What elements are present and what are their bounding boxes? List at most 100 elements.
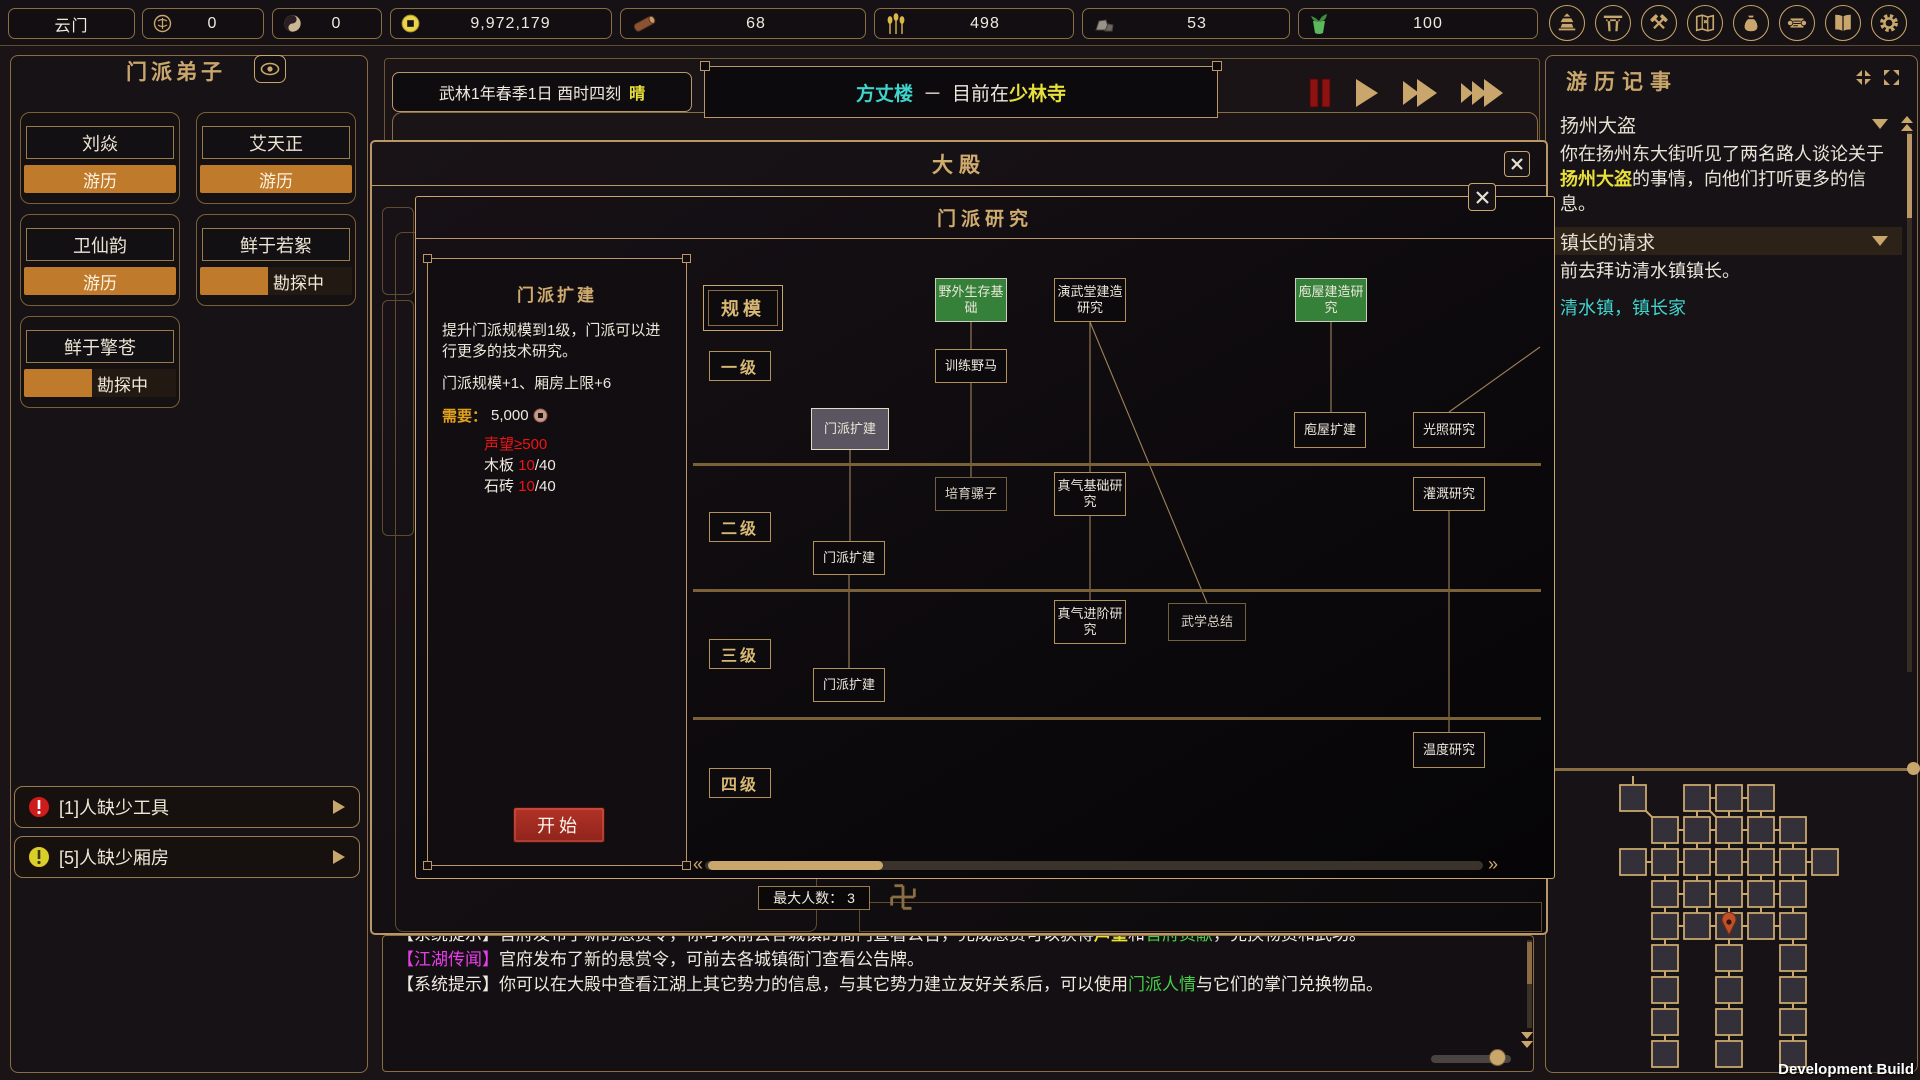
minimap-room	[1716, 945, 1742, 971]
start-research-button[interactable]: 开始	[513, 807, 605, 843]
disciple-card[interactable]: 艾天正游历	[196, 112, 356, 204]
quest-list: 扬州大盗你在扬州东大街听见了两名路人谈论关于扬州大盗的事情，向他们打听更多的信息…	[1546, 110, 1902, 332]
research-node[interactable]: 温度研究	[1413, 732, 1485, 768]
quest-header[interactable]: 镇长的请求	[1546, 227, 1902, 255]
wheat-icon	[885, 13, 907, 35]
resource-vegetable[interactable]: 100	[1298, 8, 1538, 39]
status-progress-fill	[200, 267, 268, 295]
collapse-panel-icon[interactable]	[1854, 68, 1873, 87]
play-button[interactable]	[1354, 78, 1380, 108]
chevron-down-icon[interactable]	[1872, 236, 1888, 246]
chevron-down-icon[interactable]	[1872, 119, 1888, 129]
alert-label: [5]人缺少厢房	[59, 844, 331, 870]
research-node[interactable]: 门派扩建	[813, 668, 885, 702]
minimap-room	[1716, 1009, 1742, 1035]
character-location-bar[interactable]: 方丈楼 － 目前在 少林寺	[704, 66, 1218, 118]
minimap-room	[1716, 849, 1742, 875]
disciple-status[interactable]: 游历	[24, 267, 176, 295]
requirement-list: 声望≥500木板 10/40石砖 10/40	[484, 434, 686, 497]
disciple-card[interactable]: 卫仙韵游历	[20, 214, 180, 306]
menu-map-button[interactable]	[1687, 5, 1723, 41]
visibility-toggle-button[interactable]	[254, 55, 286, 83]
research-node[interactable]: 灌溉研究	[1413, 477, 1485, 511]
minimap-room	[1780, 881, 1806, 907]
log-scroll-down-icon[interactable]	[1521, 1032, 1533, 1039]
disciple-card[interactable]: 鲜于若絮勘探中	[196, 214, 356, 306]
error-exclamation-icon	[27, 795, 51, 819]
log-scroll-down-icon[interactable]	[1521, 1041, 1533, 1048]
gate-icon	[1602, 12, 1624, 34]
research-node[interactable]: 光照研究	[1413, 412, 1485, 448]
research-node[interactable]: 武学总结	[1168, 603, 1246, 641]
swastika-decoration-icon	[886, 880, 920, 914]
expand-panel-icon[interactable]	[1882, 68, 1901, 87]
tree-scroll-left-icon[interactable]: «	[693, 853, 703, 873]
research-node[interactable]: 门派扩建	[811, 408, 889, 450]
research-close-button[interactable]	[1468, 183, 1496, 211]
tier-label: 三级	[709, 639, 771, 669]
journal-scroll-up-icon[interactable]	[1901, 124, 1913, 131]
resource-yinyang[interactable]: 0	[272, 8, 382, 39]
corner-ornament	[423, 254, 432, 263]
research-node[interactable]: 野外生存基础	[935, 278, 1007, 322]
journal-scrollbar-thumb[interactable]	[1907, 134, 1912, 218]
main-hall-close-button[interactable]	[1504, 151, 1530, 177]
fastest-forward-button[interactable]	[1460, 78, 1504, 108]
character-name[interactable]: 方丈楼	[856, 79, 913, 106]
wood-icon	[631, 14, 657, 34]
research-node[interactable]: 门派扩建	[813, 541, 885, 575]
research-node[interactable]: 演武堂建造研究	[1054, 278, 1126, 322]
vegetable-icon	[1309, 13, 1329, 35]
quest-location-link[interactable]: 清水镇，镇长家	[1546, 294, 1902, 332]
disciple-card[interactable]: 刘焱游历	[20, 112, 180, 204]
research-node[interactable]: 真气基础研究	[1054, 472, 1126, 516]
alert-warning[interactable]: [5]人缺少厢房	[14, 836, 360, 878]
minimap-room	[1780, 945, 1806, 971]
menu-book-button[interactable]	[1825, 5, 1861, 41]
resource-reputation[interactable]: 0	[142, 8, 264, 39]
menu-tools-button[interactable]	[1641, 5, 1677, 41]
research-node[interactable]: 训练野马	[935, 349, 1007, 383]
fast-forward-button[interactable]	[1402, 78, 1438, 108]
resource-coin[interactable]: 9,972,179	[390, 8, 612, 39]
research-node[interactable]: 培育骡子	[935, 477, 1007, 511]
menu-sect-button[interactable]	[1549, 5, 1585, 41]
quest-header[interactable]: 扬州大盗	[1546, 110, 1902, 138]
log-message: 【系统提示】官府发布了新的悬赏令，你可以前去各城镇的衙门查看公告，完成悬赏可以获…	[397, 935, 1492, 947]
disciple-status[interactable]: 游历	[200, 165, 352, 193]
research-node[interactable]: 庖屋扩建	[1294, 412, 1366, 448]
log-message: 【系统提示】你可以在大殿中查看江湖上其它势力的信息，与其它势力建立友好关系后，可…	[397, 972, 1492, 997]
tree-scrollbar-thumb[interactable]	[708, 861, 883, 870]
disciple-card[interactable]: 鲜于擎苍勘探中	[20, 316, 180, 408]
game-screen: 云门 00 9,972,179 68 498 53 100 武林1年春季1日 酉时四刻 晴…	[0, 0, 1920, 1080]
research-node[interactable]: 庖屋建造研究	[1295, 278, 1367, 322]
menu-settings-button[interactable]	[1871, 5, 1907, 41]
location-name[interactable]: 少林寺	[1009, 79, 1066, 106]
game-date: 武林1年春季1日 酉时四刻	[439, 80, 621, 104]
alert-error[interactable]: [1]人缺少工具	[14, 786, 360, 828]
log-opacity-slider-knob[interactable]	[1489, 1049, 1506, 1066]
menu-scroll-button[interactable]	[1779, 5, 1815, 41]
resource-wheat[interactable]: 498	[874, 8, 1074, 39]
material-name: 木板	[484, 457, 514, 474]
disciple-name: 卫仙韵	[26, 228, 174, 261]
time-bar: 武林1年春季1日 酉时四刻 晴	[392, 72, 692, 112]
resource-stone[interactable]: 53	[1082, 8, 1290, 39]
status-progress-fill	[24, 369, 92, 397]
tree-scroll-right-icon[interactable]: »	[1488, 853, 1498, 873]
disciple-status[interactable]: 勘探中	[24, 369, 176, 397]
menu-pouch-button[interactable]	[1733, 5, 1769, 41]
pause-button[interactable]	[1308, 78, 1332, 108]
menu-gate-button[interactable]	[1595, 5, 1631, 41]
journal-scroll-up-icon[interactable]	[1901, 116, 1913, 123]
detail-description: 提升门派规模到1级，门派可以进行更多的技术研究。	[442, 320, 672, 362]
research-node[interactable]: 真气进阶研究	[1054, 600, 1126, 644]
minimap[interactable]	[1546, 772, 1919, 1072]
disciple-status[interactable]: 游历	[24, 165, 176, 193]
pouch-icon	[1740, 12, 1762, 34]
resource-wood[interactable]: 68	[620, 8, 866, 39]
disciple-status[interactable]: 勘探中	[200, 267, 352, 295]
log-scrollbar-thumb[interactable]	[1527, 942, 1532, 984]
location-prefix: 目前在	[952, 79, 1009, 106]
sect-name-box[interactable]: 云门	[8, 8, 135, 39]
